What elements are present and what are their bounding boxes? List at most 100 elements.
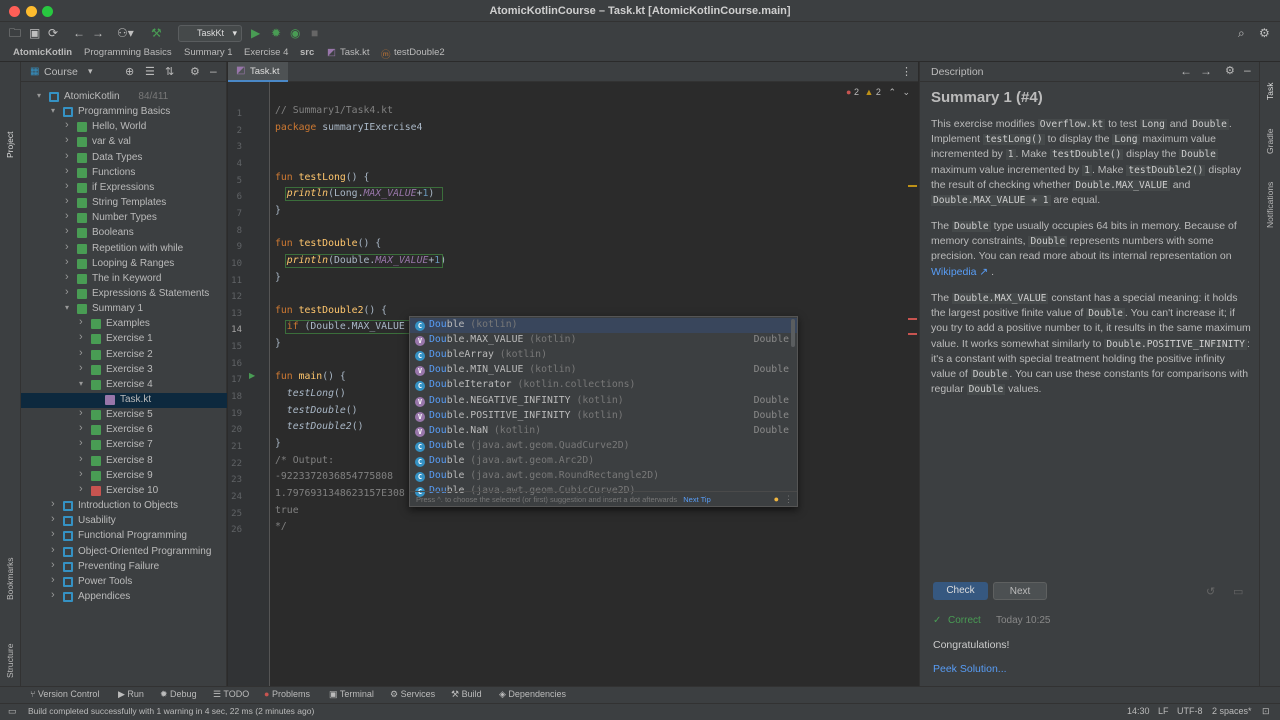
forward-icon[interactable]: → bbox=[92, 25, 104, 41]
back-icon[interactable]: ← bbox=[1180, 64, 1192, 78]
next-button[interactable]: Next bbox=[993, 582, 1047, 600]
chevron-down-icon[interactable]: ▾ bbox=[65, 303, 69, 312]
completion-item[interactable]: C Double (kotlin) bbox=[410, 318, 797, 333]
chevron-right-icon[interactable]: › bbox=[65, 241, 69, 253]
chevron-right-icon[interactable]: › bbox=[65, 195, 69, 207]
tree-item[interactable]: › Exercise 6 bbox=[21, 422, 227, 438]
forward-icon[interactable]: → bbox=[1200, 64, 1212, 78]
tree-item[interactable]: ▾ Programming Basics bbox=[21, 105, 227, 120]
chevron-right-icon[interactable]: › bbox=[51, 528, 55, 540]
gear-icon[interactable]: ⚙ bbox=[190, 65, 200, 78]
chevron-right-icon[interactable]: › bbox=[79, 422, 83, 434]
tree-item[interactable]: › The in Keyword bbox=[21, 271, 227, 287]
tree-item[interactable]: › String Templates bbox=[21, 195, 227, 211]
chevron-right-icon[interactable]: › bbox=[65, 271, 69, 283]
gradle-tool-button[interactable]: Gradle bbox=[1265, 128, 1275, 154]
chevron-right-icon[interactable]: › bbox=[79, 407, 83, 419]
task-tool-button[interactable]: Task bbox=[1265, 83, 1275, 100]
coverage-icon[interactable]: ◉ bbox=[290, 25, 300, 41]
tree-item[interactable]: › Exercise 1 bbox=[21, 331, 227, 347]
completion-item[interactable]: C Double (java.awt.geom.Arc2D) bbox=[410, 454, 797, 469]
tree-item[interactable]: › Exercise 9 bbox=[21, 468, 227, 484]
file-encoding[interactable]: UTF-8 bbox=[1177, 706, 1203, 716]
hide-panel-icon[interactable]: – bbox=[210, 64, 217, 78]
hide-panel-icon[interactable]: – bbox=[1244, 63, 1251, 77]
tree-item[interactable]: › Appendices bbox=[21, 589, 227, 605]
tree-item[interactable]: › Functional Programming bbox=[21, 528, 227, 544]
inspection-widget[interactable]: ● 2 ▲ 2 ⌃ ⌄ bbox=[846, 87, 910, 98]
chevron-up-icon[interactable]: ⌃ bbox=[888, 87, 896, 97]
run-gutter-icon[interactable]: ▶ bbox=[249, 371, 255, 380]
tree-item[interactable]: › var & val bbox=[21, 134, 227, 150]
chevron-right-icon[interactable]: › bbox=[51, 589, 55, 601]
chevron-right-icon[interactable]: › bbox=[79, 316, 83, 328]
more-options-icon[interactable]: ⋮ bbox=[784, 492, 793, 507]
breadcrumb-item[interactable]: src bbox=[300, 47, 314, 58]
breadcrumb-item[interactable]: AtomicKotlin bbox=[13, 47, 72, 58]
stop-icon[interactable]: ■ bbox=[311, 25, 318, 41]
tree-item[interactable]: › Functions bbox=[21, 165, 227, 181]
breadcrumb-item[interactable]: Summary 1 bbox=[184, 47, 233, 58]
completion-item[interactable]: V Double.NEGATIVE_INFINITY (kotlin) Double bbox=[410, 394, 797, 409]
chevron-right-icon[interactable]: › bbox=[65, 119, 69, 131]
tree-item[interactable]: › Repetition with while bbox=[21, 241, 227, 257]
completion-item[interactable]: C Double (java.awt.geom.QuadCurve2D) bbox=[410, 439, 797, 454]
chevron-right-icon[interactable]: › bbox=[65, 286, 69, 298]
status-message[interactable]: Build completed successfully with 1 warn… bbox=[28, 706, 314, 716]
peek-solution-link[interactable]: Peek Solution... bbox=[933, 663, 1007, 675]
chevron-right-icon[interactable]: › bbox=[65, 150, 69, 162]
tree-item[interactable]: › Power Tools bbox=[21, 574, 227, 590]
gear-icon[interactable]: ⚙ bbox=[1225, 64, 1235, 77]
chevron-right-icon[interactable]: › bbox=[65, 165, 69, 177]
lock-icon[interactable]: ⊡ bbox=[1262, 706, 1270, 717]
tree-item[interactable]: › Looping & Ranges bbox=[21, 256, 227, 272]
dependencies-tool[interactable]: ◈ Dependencies bbox=[499, 689, 566, 700]
notifications-tool-button[interactable]: Notifications bbox=[1265, 182, 1275, 228]
run-configuration-select[interactable]: TaskKt ▾ bbox=[178, 25, 242, 42]
structure-tool-button[interactable]: Structure bbox=[5, 644, 15, 679]
tree-item[interactable]: › Exercise 5 bbox=[21, 407, 227, 423]
tree-item[interactable]: › Introduction to Objects bbox=[21, 498, 227, 514]
completion-item[interactable]: V Double.MAX_VALUE (kotlin) Double bbox=[410, 333, 797, 348]
build-tool[interactable]: ⚒ Build bbox=[451, 689, 482, 700]
tree-item[interactable]: › Exercise 10 bbox=[21, 483, 227, 499]
completion-item[interactable]: V Double.MIN_VALUE (kotlin) Double bbox=[410, 363, 797, 378]
todo-tool[interactable]: ☰ TODO bbox=[213, 689, 249, 700]
chevron-right-icon[interactable]: › bbox=[51, 498, 55, 510]
popup-scrollbar[interactable] bbox=[791, 319, 795, 347]
chevron-right-icon[interactable]: › bbox=[79, 453, 83, 465]
chevron-right-icon[interactable]: › bbox=[79, 362, 83, 374]
chevron-right-icon[interactable]: › bbox=[51, 574, 55, 586]
search-icon[interactable]: ⌕ bbox=[1238, 25, 1245, 41]
bookmarks-tool-button[interactable]: Bookmarks bbox=[5, 557, 15, 600]
version-control-tool[interactable]: ⑂ Version Control bbox=[30, 689, 99, 699]
services-tool[interactable]: ⚙ Services bbox=[390, 689, 435, 700]
run-icon[interactable]: ▶ bbox=[251, 25, 260, 41]
completion-item[interactable]: C Double (java.awt.geom.RoundRectangle2D) bbox=[410, 469, 797, 484]
problems-tool[interactable]: ● Problems bbox=[264, 689, 310, 699]
tree-item[interactable]: ▾ Summary 1 bbox=[21, 302, 227, 317]
breadcrumb-item[interactable]: Exercise 4 bbox=[244, 47, 288, 58]
chevron-right-icon[interactable]: › bbox=[51, 544, 55, 556]
line-separator[interactable]: LF bbox=[1158, 706, 1169, 716]
caret-position[interactable]: 14:30 bbox=[1127, 706, 1150, 716]
chevron-down-icon[interactable]: ▾ bbox=[79, 379, 83, 388]
error-stripe-marker[interactable] bbox=[908, 333, 917, 335]
more-options-icon[interactable]: ⋮ bbox=[901, 65, 912, 78]
tree-item[interactable]: › Examples bbox=[21, 316, 227, 332]
chevron-down-icon[interactable]: ▾ bbox=[88, 66, 93, 77]
chevron-right-icon[interactable]: › bbox=[65, 210, 69, 222]
chevron-right-icon[interactable]: › bbox=[79, 468, 83, 480]
tree-item[interactable]: › Exercise 3 bbox=[21, 362, 227, 378]
tab-task-kt[interactable]: ◩ Task.kt bbox=[228, 62, 288, 82]
open-folder-icon[interactable]: 🗀 bbox=[9, 25, 21, 41]
next-tip-link[interactable]: Next Tip bbox=[683, 495, 711, 504]
settings-gear-icon[interactable]: ⚙ bbox=[1259, 25, 1270, 41]
completion-item[interactable]: V Double.POSITIVE_INFINITY (kotlin) Double bbox=[410, 409, 797, 424]
wikipedia-link[interactable]: Wikipedia ↗ bbox=[931, 266, 988, 278]
tree-item[interactable]: › Hello, World bbox=[21, 119, 227, 135]
project-view-selector[interactable]: Course bbox=[44, 66, 78, 78]
tree-item[interactable]: ▾ Exercise 4 bbox=[21, 378, 227, 393]
expand-icon[interactable]: ⇅ bbox=[165, 65, 174, 78]
tree-item[interactable]: › Expressions & Statements bbox=[21, 286, 227, 302]
